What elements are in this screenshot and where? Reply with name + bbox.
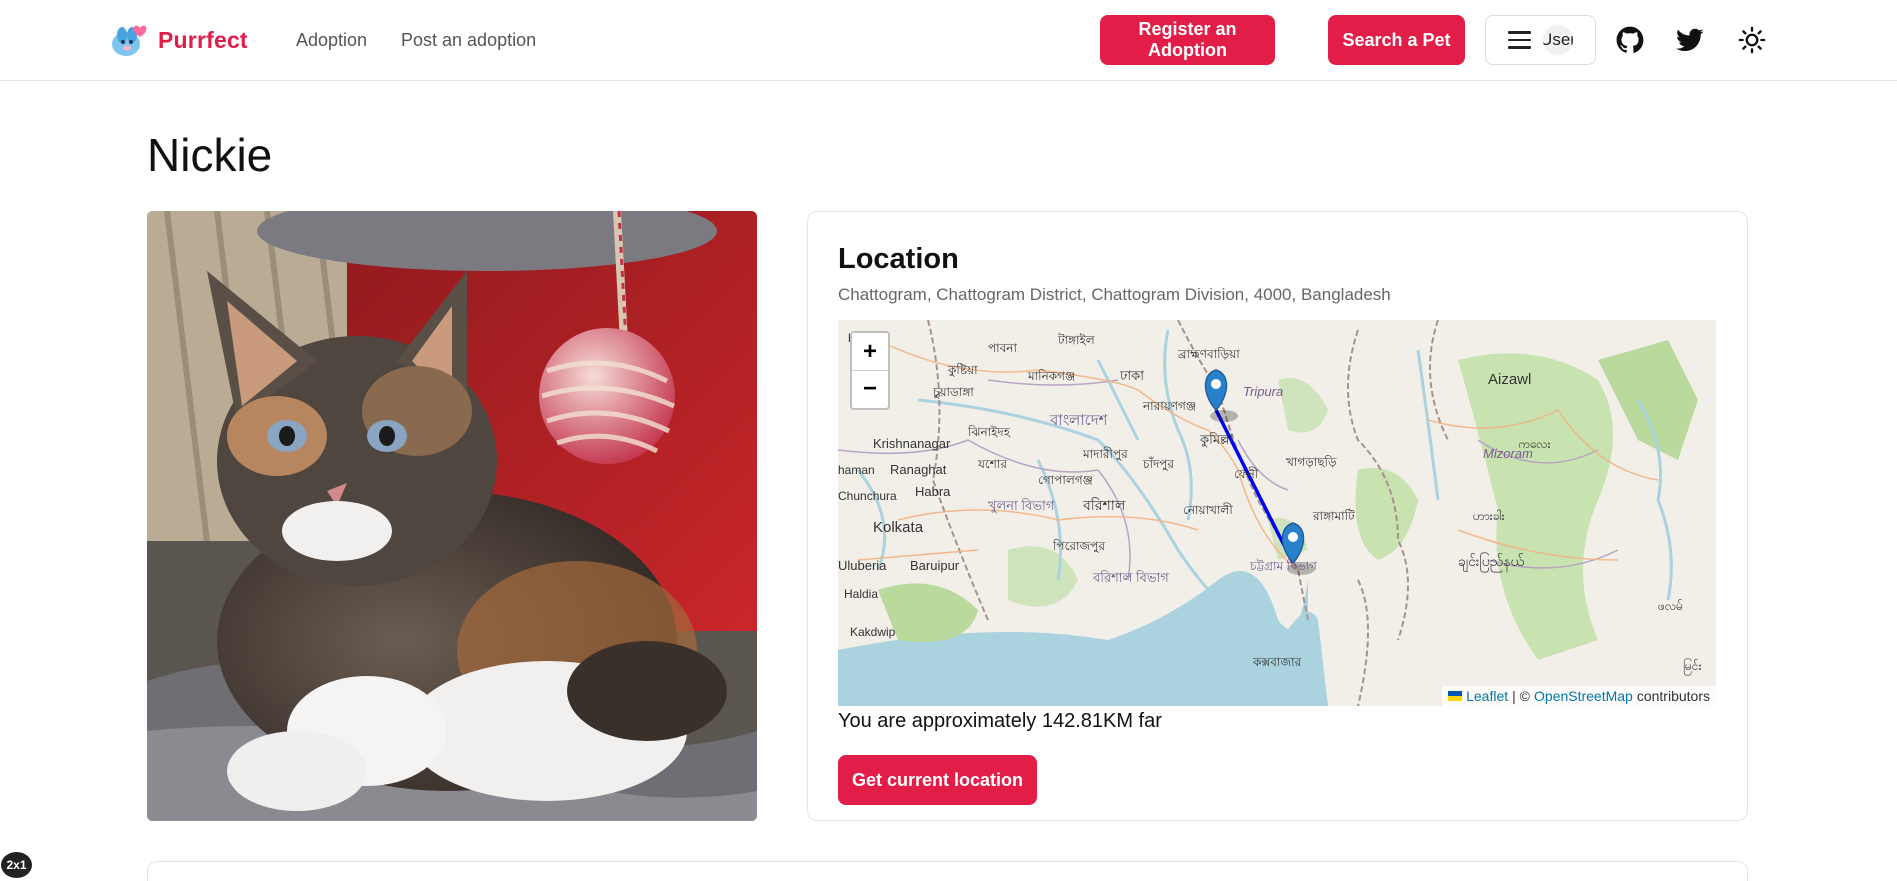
zoom-out-button[interactable]: − [852, 370, 888, 407]
map-label: নোয়াখালী [1183, 503, 1233, 517]
map-label: Kakdwip [850, 625, 896, 639]
map-label: ফেনী [1234, 467, 1259, 481]
map-label: Baruipur [910, 558, 960, 573]
map-label: রাঙ্গামাটি [1312, 509, 1355, 523]
map-label: ঢাকা [1119, 368, 1144, 383]
nav-adoption-link[interactable]: Adoption [296, 30, 367, 51]
brand-name: Purrfect [158, 26, 248, 53]
map-label: কুমিল্লা [1199, 432, 1233, 448]
location-card: Location Chattogram, Chattogram District… [807, 211, 1748, 821]
map-label: খুলনা বিভাগ [988, 498, 1055, 514]
map-label: Tripura [1243, 384, 1283, 399]
map-label: Chunchura [838, 489, 897, 503]
user-menu-button[interactable]: User [1485, 15, 1596, 65]
zoom-in-button[interactable]: + [852, 333, 888, 370]
map-label: বরিশাল [1082, 497, 1126, 513]
user-avatar: User [1543, 25, 1573, 55]
brand-logo-icon [112, 25, 147, 56]
location-title: Location [838, 243, 959, 275]
map-label: Kolkata [873, 519, 924, 536]
map-label: গোপালগঞ্জ [1038, 473, 1093, 487]
map-label: Habra [915, 484, 951, 499]
register-adoption-button[interactable]: Register an Adoption [1100, 15, 1275, 65]
map-label: বরিশাল বিভাগ [1092, 570, 1169, 585]
pet-photo [147, 211, 757, 821]
map-zoom-control: + − [850, 331, 890, 410]
map-label: Aizawl [1488, 371, 1531, 388]
brand-link[interactable]: Purrfect [110, 22, 248, 58]
map-label: ဟားခါး [1473, 508, 1505, 523]
ukraine-flag-icon [1448, 691, 1463, 701]
get-current-location-button[interactable]: Get current location [838, 755, 1037, 805]
top-navbar: Purrfect Adoption Post an adoption Regis… [0, 0, 1897, 81]
map-label: Haldia [844, 587, 878, 601]
map-attribution: Leaflet | © OpenStreetMap contributors [1442, 686, 1716, 706]
map-label: পাবনা [988, 341, 1017, 355]
map-label: ব্রাহ্মণবাড়িয়া [1177, 347, 1240, 361]
theme-toggle-sun-icon[interactable] [1738, 26, 1766, 54]
map-label: পিরোজপুর [1052, 539, 1105, 554]
attribution-suffix: contributors [1636, 688, 1710, 704]
map-label: চট্টগ্রাম বিভাগ [1249, 559, 1318, 573]
map-label: চুয়াডাঙ্গা [932, 385, 974, 400]
hamburger-menu-icon [1508, 26, 1531, 54]
map-label: Ranaghat [890, 462, 947, 477]
nav-post-adoption-link[interactable]: Post an adoption [401, 30, 536, 51]
map-label: ကလေး [1518, 437, 1551, 451]
map-label: মানিকগঞ্জ [1027, 369, 1075, 383]
location-map[interactable]: Aizawl Tripura Mizoram ঢাকা বাংলাদেশ কুম… [838, 320, 1716, 706]
leaflet-link[interactable]: Leaflet [1466, 688, 1508, 704]
search-pet-button[interactable]: Search a Pet [1328, 15, 1465, 65]
map-label: খাগড়াছড়ি [1286, 455, 1337, 469]
map-label: haman [838, 463, 875, 477]
map-label: যশোর [977, 457, 1007, 471]
github-icon[interactable] [1616, 26, 1644, 54]
map-tiles[interactable]: Aizawl Tripura Mizoram ঢাকা বাংলাদেশ কুম… [838, 320, 1716, 706]
map-label: ঝিনাইদহ [967, 425, 1011, 439]
debug-badge: 2x1 [1, 852, 32, 878]
map-label: কক্সবাজার [1252, 655, 1302, 669]
map-label: মাদারীপুর [1082, 447, 1128, 462]
pet-name-heading: Nickie [147, 129, 273, 181]
location-address: Chattogram, Chattogram District, Chattog… [838, 285, 1391, 304]
attribution-separator: | © [1512, 688, 1530, 704]
twitter-icon[interactable] [1676, 26, 1704, 54]
openstreetmap-link[interactable]: OpenStreetMap [1534, 688, 1633, 704]
map-label: ဖလမ် [1658, 598, 1683, 613]
distance-text: You are approximately 142.81KM far [838, 710, 1162, 732]
map-label: বাংলাদেশ [1049, 412, 1109, 429]
map-label: কুষ্টিয়া [947, 363, 978, 378]
map-label: টাঙ্গাইল [1057, 333, 1096, 347]
map-label: চাঁদপুর [1142, 456, 1174, 472]
map-label: নারায়ণগঞ্জ [1142, 399, 1196, 413]
details-card [147, 861, 1748, 881]
map-label: Krishnanagar [873, 436, 951, 451]
map-label: Uluberia [838, 558, 887, 573]
